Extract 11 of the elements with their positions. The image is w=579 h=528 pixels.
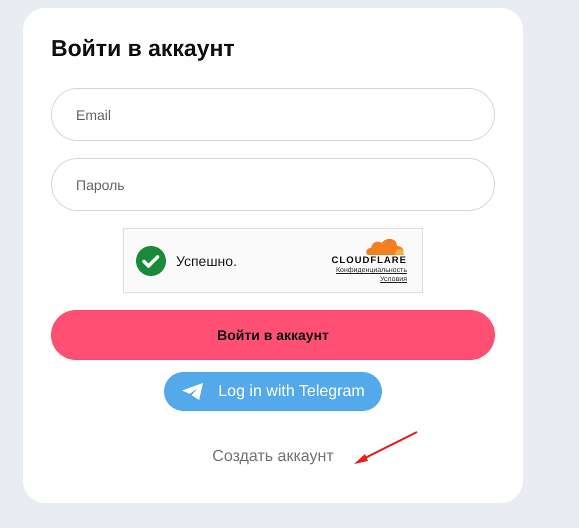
input-field[interactable]: Пароль	[51, 158, 495, 211]
create-account-link[interactable]: Создать аккаунт	[212, 448, 334, 466]
input-field[interactable]: Email	[51, 88, 495, 141]
arrow-drawing	[353, 430, 419, 466]
cloud-icon	[365, 237, 405, 255]
login-button[interactable]: Войти в аккаунт	[51, 310, 495, 360]
captcha-status: Успешно.	[176, 252, 238, 268]
brand-name: CLOUDFLARE	[332, 255, 407, 266]
paper-plane-icon	[181, 382, 204, 401]
check-icon	[136, 246, 166, 276]
form-title: Войти в аккаунт	[51, 35, 235, 62]
